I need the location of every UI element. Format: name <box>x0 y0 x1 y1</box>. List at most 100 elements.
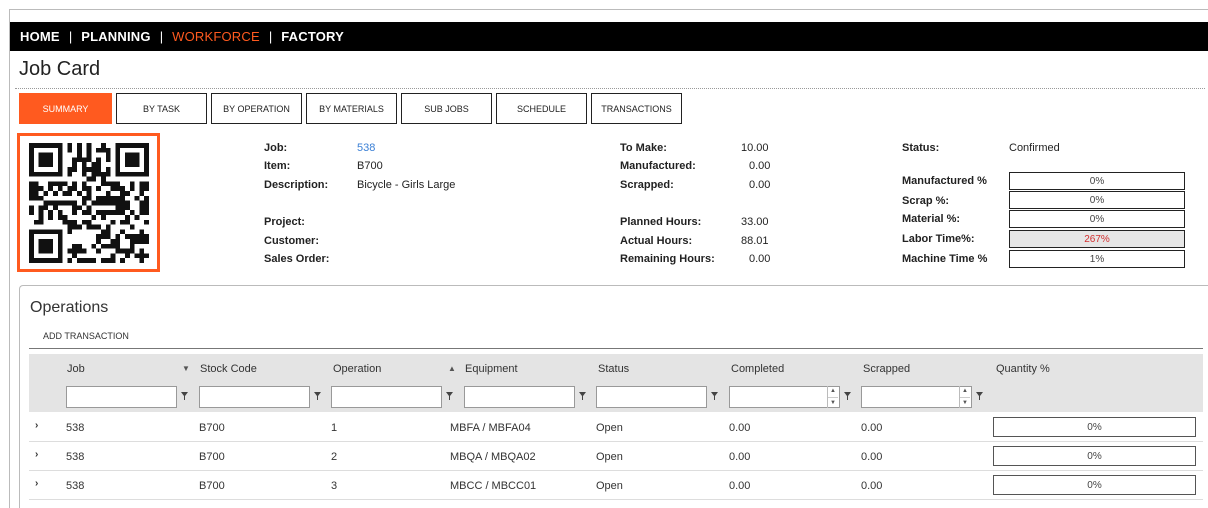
top-nav: HOME | PLANNING | WORKFORCE | FACTORY <box>10 22 1208 51</box>
nav-separator: | <box>159 29 164 44</box>
scrapped-filter-input[interactable] <box>861 386 972 408</box>
cell-operation: 1 <box>331 422 338 434</box>
nav-workforce[interactable]: WORKFORCE <box>172 29 260 44</box>
column-header-scrapped[interactable]: Scrapped <box>863 363 910 375</box>
job-filter-input[interactable] <box>66 386 177 408</box>
manufactured-label: Manufactured: <box>620 160 696 172</box>
column-header-job[interactable]: Job <box>67 363 85 375</box>
sort-desc-icon[interactable]: ▼ <box>182 364 190 373</box>
qr-code-frame <box>17 133 160 272</box>
status-label: Status: <box>902 142 940 154</box>
chevron-right-icon[interactable]: › <box>35 420 38 431</box>
column-header-equipment[interactable]: Equipment <box>465 363 518 375</box>
filter-icon[interactable] <box>711 392 718 400</box>
chevron-right-icon[interactable]: › <box>35 449 38 460</box>
to-make-label: To Make: <box>620 142 667 154</box>
nav-planning[interactable]: PLANNING <box>81 29 151 44</box>
filter-icon[interactable] <box>446 392 453 400</box>
item-label: Item: <box>264 160 291 172</box>
column-header-status[interactable]: Status <box>598 363 629 375</box>
tab-summary[interactable]: SUMMARY <box>19 93 112 124</box>
stepper-up-icon[interactable]: ▲ <box>828 386 838 398</box>
tab-schedule[interactable]: SCHEDULE <box>496 93 587 124</box>
planned-hours-value: 33.00 <box>741 216 769 228</box>
stepper-down-icon[interactable]: ▼ <box>828 398 838 409</box>
machine-time-pct-box: 1% <box>1009 250 1185 268</box>
actual-hours-value: 88.01 <box>741 235 769 247</box>
title-divider <box>15 88 1205 89</box>
cell-scrapped: 0.00 <box>861 480 883 492</box>
cell-equipment: MBCC / MBCC01 <box>450 480 537 492</box>
tab-sub-jobs[interactable]: SUB JOBS <box>401 93 492 124</box>
job-label: Job: <box>264 142 288 154</box>
quantity-pct-box: 0% <box>993 446 1196 466</box>
cell-status: Open <box>596 422 623 434</box>
cell-scrapped: 0.00 <box>861 422 883 434</box>
operations-divider <box>29 348 1203 349</box>
scrapped-stepper[interactable]: ▲ ▼ <box>959 386 970 408</box>
column-header-operation[interactable]: Operation <box>333 363 381 375</box>
sort-asc-icon[interactable]: ▲ <box>448 364 456 373</box>
quantity-pct-box: 0% <box>993 417 1196 437</box>
cell-stock-code: B700 <box>199 451 225 463</box>
sales-order-label: Sales Order: <box>264 253 330 265</box>
project-label: Project: <box>264 216 305 228</box>
filter-icon[interactable] <box>976 392 983 400</box>
labor-time-pct-label: Labor Time%: <box>902 233 975 245</box>
stock-code-filter-input[interactable] <box>199 386 310 408</box>
completed-stepper[interactable]: ▲ ▼ <box>827 386 838 408</box>
filter-icon[interactable] <box>314 392 321 400</box>
cell-job: 538 <box>66 422 85 434</box>
cell-operation: 3 <box>331 480 338 492</box>
operations-title: Operations <box>30 299 109 316</box>
add-transaction-button[interactable]: ADD TRANSACTION <box>43 331 129 341</box>
cell-completed: 0.00 <box>729 480 751 492</box>
column-header-stock-code[interactable]: Stock Code <box>200 363 257 375</box>
cell-status: Open <box>596 451 623 463</box>
job-link[interactable]: 538 <box>357 142 375 154</box>
customer-label: Customer: <box>264 235 320 247</box>
tab-by-operation[interactable]: BY OPERATION <box>211 93 302 124</box>
equipment-filter-input[interactable] <box>464 386 575 408</box>
scrapped-label: Scrapped: <box>620 179 674 191</box>
tab-by-task[interactable]: BY TASK <box>116 93 207 124</box>
cell-equipment: MBFA / MBFA04 <box>450 422 531 434</box>
description-value: Bicycle - Girls Large <box>357 179 456 191</box>
to-make-value: 10.00 <box>741 142 769 154</box>
cell-stock-code: B700 <box>199 422 225 434</box>
cell-status: Open <box>596 480 623 492</box>
operation-filter-input[interactable] <box>331 386 442 408</box>
material-pct-label: Material %: <box>902 213 961 225</box>
tab-by-materials[interactable]: BY MATERIALS <box>306 93 397 124</box>
chevron-right-icon[interactable]: › <box>35 478 38 489</box>
nav-home[interactable]: HOME <box>20 29 60 44</box>
filter-icon[interactable] <box>579 392 586 400</box>
cell-stock-code: B700 <box>199 480 225 492</box>
labor-time-pct-box: 267% <box>1009 230 1185 248</box>
completed-filter-input[interactable] <box>729 386 840 408</box>
remaining-hours-value: 0.00 <box>749 253 771 265</box>
scrapped-value: 0.00 <box>749 179 771 191</box>
material-pct-box: 0% <box>1009 210 1185 228</box>
filter-icon[interactable] <box>844 392 851 400</box>
stepper-down-icon[interactable]: ▼ <box>960 398 970 409</box>
quantity-pct-box: 0% <box>993 475 1196 495</box>
scrap-pct-box: 0% <box>1009 191 1185 209</box>
status-filter-input[interactable] <box>596 386 707 408</box>
cell-completed: 0.00 <box>729 422 751 434</box>
remaining-hours-label: Remaining Hours: <box>620 253 715 265</box>
column-header-completed[interactable]: Completed <box>731 363 784 375</box>
column-header-quantity-pct[interactable]: Quantity % <box>996 363 1050 375</box>
nav-separator: | <box>268 29 273 44</box>
nav-separator: | <box>68 29 73 44</box>
description-label: Description: <box>264 179 329 191</box>
filter-icon[interactable] <box>181 392 188 400</box>
machine-time-pct-label: Machine Time % <box>902 253 988 265</box>
status-value: Confirmed <box>1009 142 1060 154</box>
stepper-up-icon[interactable]: ▲ <box>960 386 970 398</box>
page-title: Job Card <box>19 58 101 80</box>
tab-transactions[interactable]: TRANSACTIONS <box>591 93 682 124</box>
tab-bar: SUMMARY BY TASK BY OPERATION BY MATERIAL… <box>19 93 686 124</box>
nav-factory[interactable]: FACTORY <box>281 29 344 44</box>
qr-code-icon <box>28 142 149 263</box>
